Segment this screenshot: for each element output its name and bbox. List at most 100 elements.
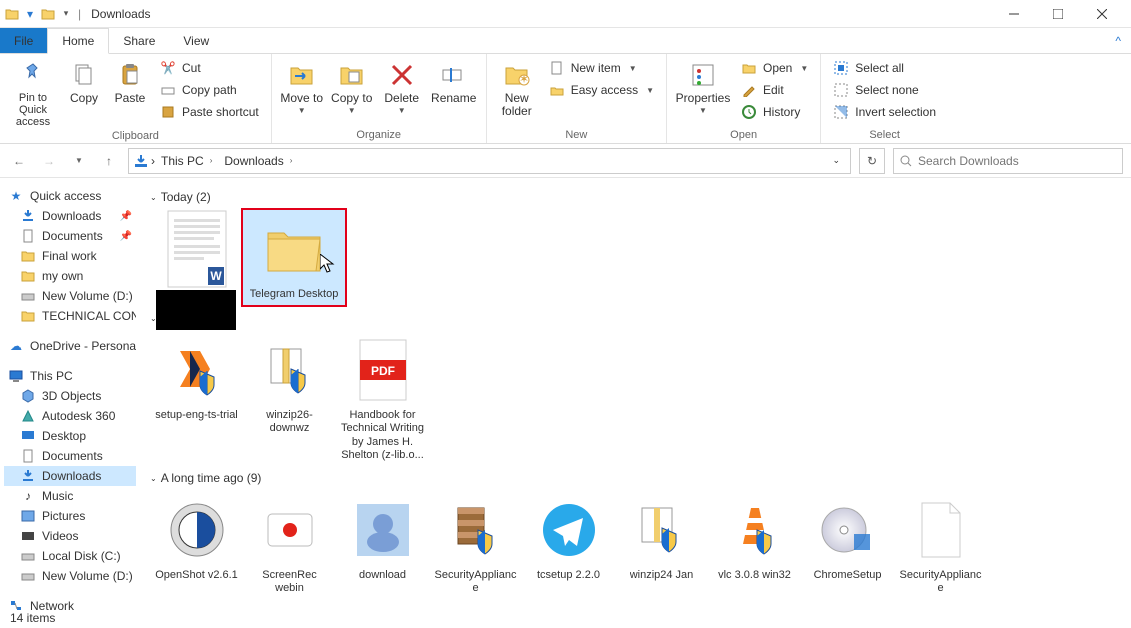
- paste-button[interactable]: Paste: [110, 58, 150, 105]
- file-item-telegram-desktop[interactable]: Telegram Desktop: [243, 210, 345, 305]
- file-label: tcsetup 2.2.0: [537, 569, 600, 582]
- new-folder-button[interactable]: ✶ New folder: [495, 58, 539, 118]
- refresh-button[interactable]: ↻: [859, 148, 885, 174]
- group-longago[interactable]: ⌄A long time ago (9): [150, 471, 1121, 485]
- sidebar-quick-access[interactable]: ★Quick access: [4, 186, 136, 206]
- breadcrumb-downloads[interactable]: Downloads›: [220, 154, 298, 168]
- file-item[interactable]: tcsetup 2.2.0: [522, 491, 615, 599]
- down-arrow-icon[interactable]: ▾: [22, 6, 38, 22]
- select-none-button[interactable]: Select none: [829, 80, 940, 100]
- chevron-down-icon: ⌄: [150, 474, 157, 483]
- status-bar: 14 items: [0, 608, 65, 628]
- open-button[interactable]: Open▼: [737, 58, 812, 78]
- chevron-right-icon[interactable]: ›: [210, 156, 213, 165]
- folder-icon: [20, 308, 36, 324]
- rename-button[interactable]: Rename: [430, 58, 478, 105]
- copy-to-icon: [337, 60, 367, 90]
- archive-shield-icon: [441, 495, 511, 565]
- sidebar-downloads[interactable]: Downloads📌: [4, 206, 136, 226]
- history-icon: [741, 104, 757, 120]
- file-item[interactable]: winzip26-downwz: [243, 331, 336, 465]
- sidebar-desktop[interactable]: Desktop: [4, 426, 136, 446]
- sidebar-thispc[interactable]: This PC: [4, 366, 136, 386]
- sidebar-downloads2[interactable]: Downloads: [4, 466, 136, 486]
- history-button[interactable]: History: [737, 102, 812, 122]
- select-all-button[interactable]: Select all: [829, 58, 940, 78]
- installer-shield-icon: [162, 335, 232, 405]
- sidebar-videos[interactable]: Videos: [4, 526, 136, 546]
- close-button[interactable]: [1087, 4, 1117, 24]
- properties-button[interactable]: Properties▼: [675, 58, 731, 116]
- sidebar-music[interactable]: ♪Music: [4, 486, 136, 506]
- new-item-button[interactable]: New item▼: [545, 58, 658, 78]
- ribbon-group-organize: Move to▼ Copy to▼ Delete▼ Rename Organiz…: [272, 54, 487, 143]
- recent-locations-button[interactable]: ▼: [68, 150, 90, 172]
- copy-to-button[interactable]: Copy to▼: [330, 58, 374, 116]
- sidebar-newvolume-d2[interactable]: New Volume (D:): [4, 566, 136, 586]
- file-item[interactable]: vlc 3.0.8 win32: [708, 491, 801, 599]
- edit-button[interactable]: Edit: [737, 80, 812, 100]
- svg-text:W: W: [210, 269, 222, 283]
- address-bar[interactable]: › This PC› Downloads› ⌄: [128, 148, 851, 174]
- file-label: ChromeSetup: [814, 569, 882, 582]
- sidebar-3d-objects[interactable]: 3D Objects: [4, 386, 136, 406]
- back-button[interactable]: ←: [8, 150, 30, 172]
- tab-file[interactable]: File: [0, 28, 47, 53]
- file-item[interactable]: OpenShot v2.6.1: [150, 491, 243, 599]
- copy-button[interactable]: Copy: [64, 58, 104, 105]
- sidebar-myown[interactable]: my own: [4, 266, 136, 286]
- group-organize-label: Organize: [280, 127, 478, 141]
- select-all-icon: [833, 60, 849, 76]
- ribbon: Pin to Quick access Copy Paste ✂️Cut Cop…: [0, 54, 1131, 144]
- breadcrumb-thispc[interactable]: This PC›: [157, 154, 218, 168]
- file-item[interactable]: winzip24 Jan: [615, 491, 708, 599]
- sidebar-technical-content[interactable]: TECHNICAL CONTENT: [4, 306, 136, 326]
- search-box[interactable]: [893, 148, 1123, 174]
- tab-share-label: Share: [123, 34, 155, 48]
- cut-button[interactable]: ✂️Cut: [156, 58, 263, 78]
- address-dropdown-icon[interactable]: ⌄: [832, 155, 840, 166]
- drive-icon: [20, 548, 36, 564]
- chevron-right-icon[interactable]: ›: [290, 156, 293, 165]
- qat-dropdown-icon[interactable]: ▾: [58, 6, 74, 22]
- sidebar-newvolume[interactable]: New Volume (D:): [4, 286, 136, 306]
- pin-icon: [18, 60, 48, 90]
- sidebar-finalwork[interactable]: Final work: [4, 246, 136, 266]
- ribbon-collapse-icon[interactable]: ^: [1115, 28, 1131, 53]
- delete-button[interactable]: Delete▼: [380, 58, 424, 116]
- navigation-bar: ← → ▼ ↑ › This PC› Downloads› ⌄ ↻: [0, 144, 1131, 178]
- file-item[interactable]: SecurityAppliance: [429, 491, 522, 599]
- file-item[interactable]: PDF Handbook for Technical Writing by Ja…: [336, 331, 429, 465]
- sidebar-onedrive[interactable]: ☁OneDrive - Personal: [4, 336, 136, 356]
- sidebar-autodesk[interactable]: Autodesk 360: [4, 406, 136, 426]
- invert-selection-button[interactable]: Invert selection: [829, 102, 940, 122]
- copy-path-button[interactable]: Copy path: [156, 80, 263, 100]
- up-button[interactable]: ↑: [98, 150, 120, 172]
- file-item[interactable]: download: [336, 491, 429, 599]
- sidebar-pictures[interactable]: Pictures: [4, 506, 136, 526]
- file-item[interactable]: ChromeSetup: [801, 491, 894, 599]
- group-lastweek[interactable]: ⌄Last week (3): [150, 311, 1121, 325]
- tab-share[interactable]: Share: [109, 28, 169, 53]
- group-today[interactable]: ⌄Today (2): [150, 190, 1121, 204]
- search-input[interactable]: [918, 154, 1116, 168]
- pin-quick-access-button[interactable]: Pin to Quick access: [8, 58, 58, 128]
- minimize-button[interactable]: [999, 4, 1029, 24]
- tab-home[interactable]: Home: [47, 28, 109, 54]
- sidebar-documents2[interactable]: Documents: [4, 446, 136, 466]
- tab-view[interactable]: View: [169, 28, 223, 53]
- winzip-shield-icon: [627, 495, 697, 565]
- sidebar-local-c[interactable]: Local Disk (C:): [4, 546, 136, 566]
- easy-access-button[interactable]: Easy access▼: [545, 80, 658, 100]
- sidebar-documents[interactable]: Documents📌: [4, 226, 136, 246]
- paste-shortcut-button[interactable]: Paste shortcut: [156, 102, 263, 122]
- file-item[interactable]: setup-eng-ts-trial: [150, 331, 243, 465]
- forward-button[interactable]: →: [38, 150, 60, 172]
- music-icon: ♪: [20, 488, 36, 504]
- maximize-button[interactable]: [1043, 4, 1073, 24]
- move-to-button[interactable]: Move to▼: [280, 58, 324, 116]
- file-item[interactable]: SecurityAppliance: [894, 491, 987, 599]
- image-icon: [348, 495, 418, 565]
- file-item[interactable]: ScreenRec webin: [243, 491, 336, 599]
- chevron-right-icon[interactable]: ›: [151, 154, 155, 168]
